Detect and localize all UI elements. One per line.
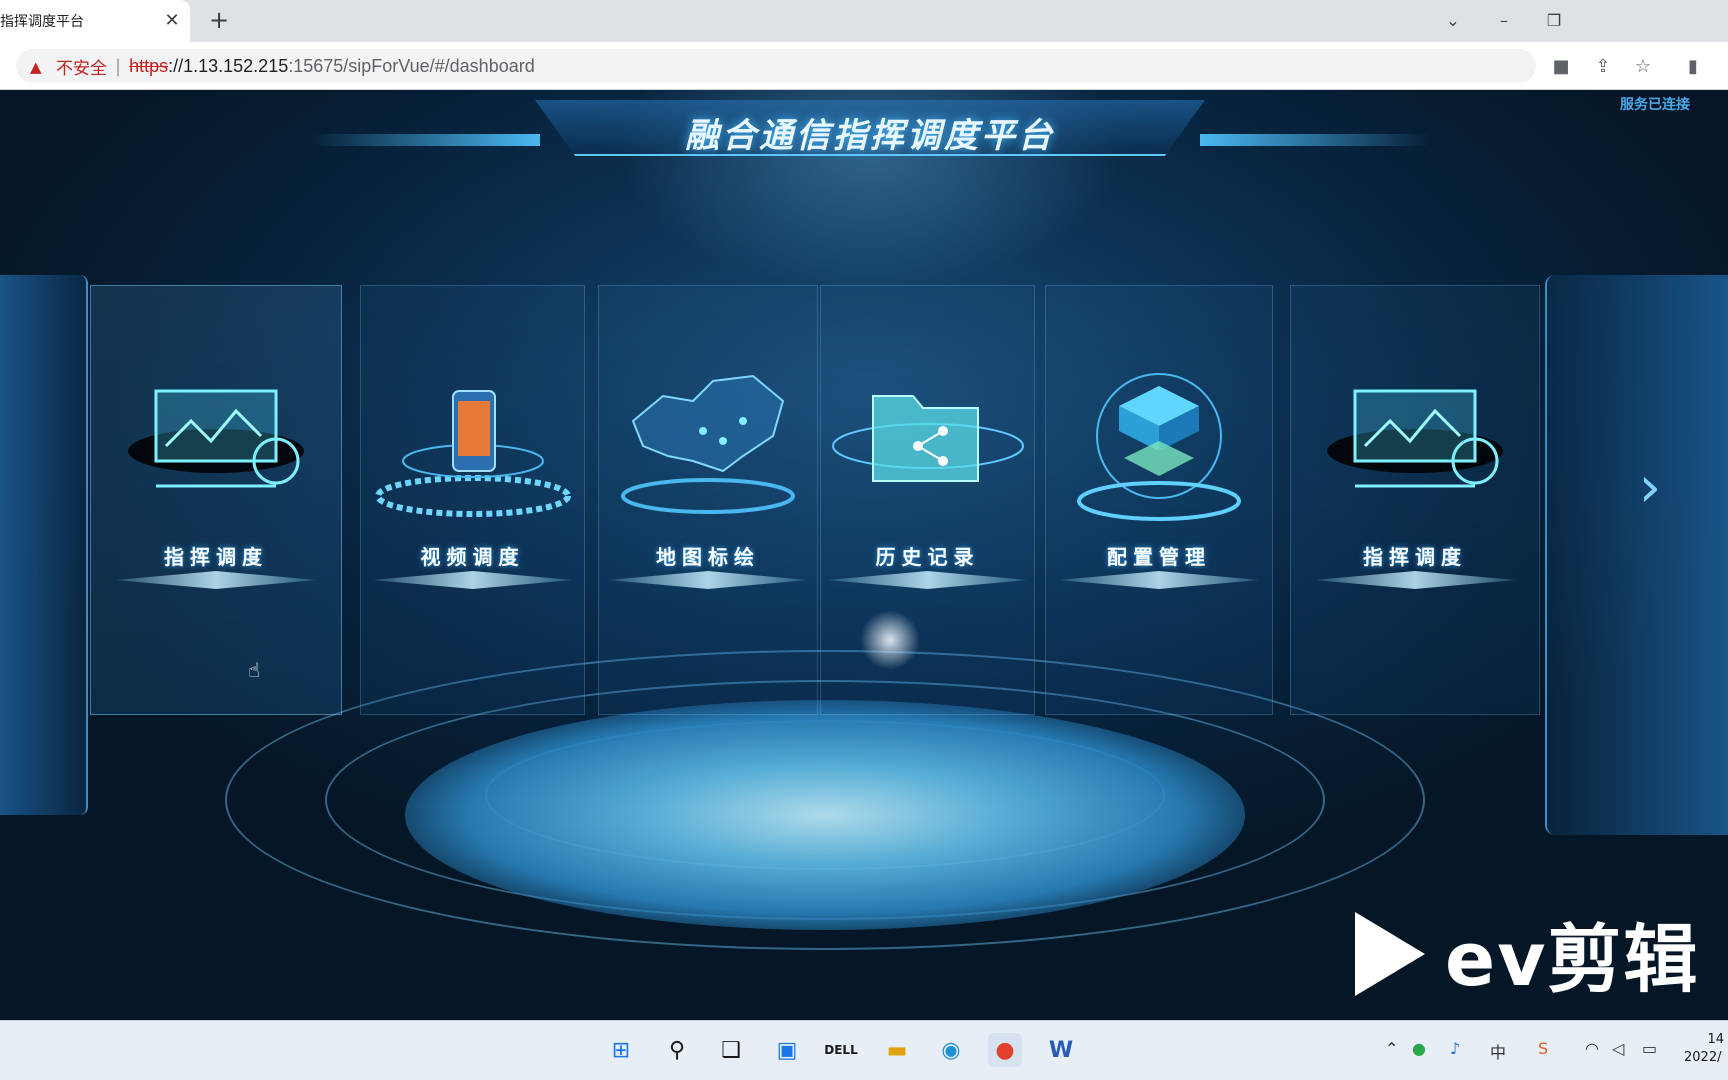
card-base	[1315, 571, 1515, 589]
carousel-next-icon[interactable]: ›	[1630, 460, 1670, 520]
card-history[interactable]: 历史记录	[820, 285, 1035, 715]
url-path[interactable]: :15675/sipForVue/#/dashboard	[288, 56, 535, 77]
china-map-icon	[613, 361, 803, 525]
card-base	[116, 571, 316, 589]
side-panel-icon[interactable]: ▮	[1682, 56, 1704, 78]
taskbar: ⊞ ⚲ ❑ ▣ DELL ▬ ◉ ● W ⌃ ● ♪ 中 S ◠ ◁ ▭ 14 …	[0, 1020, 1728, 1080]
url-host[interactable]: ://1.13.152.215	[168, 56, 288, 77]
card-label: 指挥调度	[164, 545, 268, 569]
chrome-icon[interactable]: ●	[988, 1033, 1022, 1067]
card-video-dispatch[interactable]: 视频调度	[360, 285, 585, 715]
warning-icon[interactable]: ▲	[30, 58, 48, 76]
restore-icon[interactable]: ❐	[1541, 8, 1567, 34]
carousel-side-left	[0, 275, 88, 815]
input-method-icon[interactable]: 中	[1490, 1039, 1506, 1063]
camera-icon[interactable]: ■	[1550, 56, 1572, 78]
edge-icon[interactable]: ◉	[934, 1033, 968, 1067]
phone-video-icon	[373, 381, 573, 525]
clock-time: 14	[1707, 1032, 1724, 1047]
watermark-text: ev剪辑	[1445, 917, 1700, 1003]
mouse-cursor-icon: ☝	[248, 658, 261, 682]
card-base	[608, 571, 808, 589]
tab-close-icon[interactable]: ✕	[162, 11, 182, 31]
card-base	[372, 571, 573, 589]
tab-search-chevron-icon[interactable]: ⌄	[1440, 8, 1466, 34]
card-label: 地图标绘	[656, 545, 760, 569]
clock-date: 2022/	[1684, 1050, 1722, 1065]
minimize-icon[interactable]: –	[1491, 8, 1517, 34]
tab-title: 指挥调度平台	[0, 14, 84, 30]
share-icon[interactable]: ⇪	[1592, 56, 1614, 78]
card-command-dispatch[interactable]: 指挥调度	[90, 285, 342, 715]
task-view-icon[interactable]: ❑	[714, 1033, 748, 1067]
volume-icon[interactable]: ◁	[1612, 1039, 1624, 1058]
microphone-icon[interactable]: ♪	[1450, 1039, 1460, 1058]
card-command-dispatch-2[interactable]: 指挥调度	[1290, 285, 1540, 715]
dashboard-page: 融合通信指挥调度平台 服务已连接 指挥调度 视频调度 地图标绘 历史记录 配置管…	[0, 90, 1728, 1020]
monitor-chart-icon	[126, 381, 306, 505]
monitor-chart-icon	[1325, 381, 1505, 505]
address-bar[interactable]: ▲ 不安全 | https ://1.13.152.215 :15675/sip…	[16, 49, 1536, 83]
separator: |	[115, 55, 122, 77]
server-stack-icon	[1074, 356, 1244, 530]
clock[interactable]: 14 2022/	[1684, 1031, 1724, 1067]
page-title: 融合通信指挥调度平台	[685, 116, 1055, 156]
browser-tab-bar: 指挥调度平台 ✕ + ⌄ – ❐	[0, 0, 1728, 42]
file-explorer-icon[interactable]: ▬	[880, 1033, 914, 1067]
word-icon[interactable]: W	[1044, 1033, 1078, 1067]
card-map-plotting[interactable]: 地图标绘	[598, 285, 818, 715]
browser-toolbar: ▲ 不安全 | https ://1.13.152.215 :15675/sip…	[0, 42, 1728, 90]
wechat-icon[interactable]: ●	[1412, 1039, 1426, 1058]
sogou-icon[interactable]: S	[1538, 1039, 1548, 1058]
dell-icon[interactable]: DELL	[824, 1033, 858, 1067]
store-icon[interactable]: ▣	[770, 1033, 804, 1067]
search-icon[interactable]: ⚲	[660, 1033, 694, 1067]
card-base	[827, 571, 1028, 589]
tray-chevron-icon[interactable]: ⌃	[1385, 1039, 1398, 1058]
url-scheme[interactable]: https	[129, 56, 168, 77]
folder-icon	[828, 366, 1028, 520]
browser-tab[interactable]: 指挥调度平台 ✕	[0, 0, 190, 42]
not-secure-label[interactable]: 不安全	[56, 54, 107, 79]
card-label: 历史记录	[875, 545, 980, 569]
connection-status: 服务已连接	[1620, 97, 1690, 113]
card-label: 视频调度	[420, 545, 525, 569]
battery-icon[interactable]: ▭	[1642, 1039, 1657, 1058]
card-config[interactable]: 配置管理	[1045, 285, 1273, 715]
carousel-side-right	[1545, 275, 1728, 835]
title-banner: 融合通信指挥调度平台	[300, 90, 1440, 162]
card-label: 指挥调度	[1363, 545, 1467, 569]
star-icon[interactable]: ☆	[1632, 56, 1654, 78]
card-base	[1059, 571, 1259, 589]
new-tab-button[interactable]: +	[206, 8, 232, 34]
play-logo-icon	[1355, 911, 1425, 996]
watermark: ev剪辑	[1355, 900, 1699, 1007]
wifi-icon[interactable]: ◠	[1585, 1039, 1599, 1058]
start-icon[interactable]: ⊞	[604, 1033, 638, 1067]
card-label: 配置管理	[1107, 545, 1211, 569]
city-hologram	[405, 700, 1245, 930]
